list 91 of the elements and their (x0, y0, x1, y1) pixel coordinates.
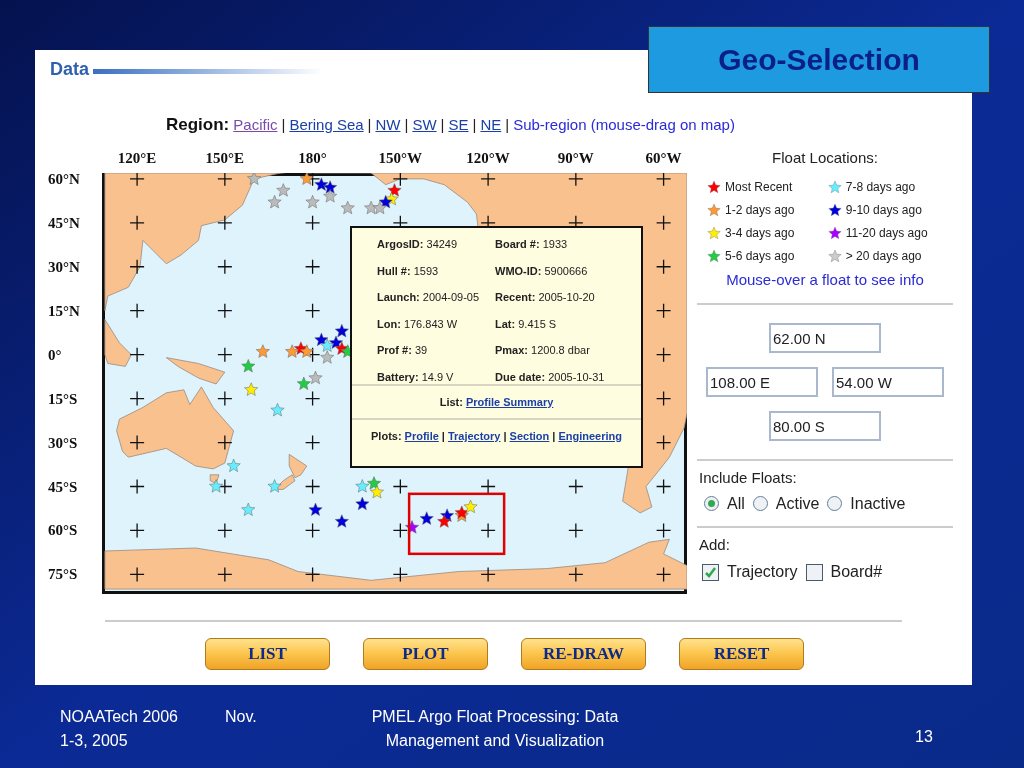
checkbox[interactable] (805, 563, 823, 581)
longitude-label: 90°W (557, 149, 594, 168)
list-label: List: (439, 394, 463, 410)
slide-title: Geo-Selection (648, 26, 990, 93)
longitude-label: 60°W (645, 149, 682, 168)
footer-title: PMEL Argo Float Processing: Data Management and Visualization (370, 707, 620, 751)
legend-label: 11-20 days ago (845, 224, 928, 242)
south-field[interactable]: 80.00 S (769, 411, 881, 441)
page-number: 13 (915, 727, 933, 747)
region-label: Region: (166, 114, 230, 137)
radio-button[interactable] (704, 496, 719, 511)
panel-title: Data (50, 58, 89, 81)
latitude-label: 30°S (48, 433, 78, 453)
plots-link[interactable]: Profile (404, 427, 439, 445)
north-field[interactable]: 62.00 N (769, 323, 881, 353)
float-info-field: Hull #: 1593 (377, 262, 495, 279)
legend-label: > 20 days ago (845, 247, 922, 265)
latitude-label: 60°N (48, 169, 80, 189)
longitude-label: 150°E (205, 149, 245, 168)
region-link[interactable]: SW (412, 113, 437, 137)
longitude-label: 150°W (378, 149, 423, 168)
region-link[interactable]: NE (480, 113, 502, 137)
float-info-field: Lon: 176.843 W (377, 315, 495, 332)
action-button[interactable]: LIST (205, 638, 330, 670)
latitude-label: 15°N (48, 301, 80, 321)
float-info-field: Recent: 2005-10-20 (495, 289, 641, 306)
plots-link[interactable]: Engineering (558, 427, 622, 445)
legend-label: 9-10 days ago (845, 201, 922, 219)
footer-event: NOAATech 2006 (60, 707, 179, 727)
float-info-field: WMO-ID: 5900666 (495, 262, 641, 279)
radio-option[interactable]: All (704, 491, 745, 516)
plots-link[interactable]: Section (509, 427, 550, 445)
latitude-label: 15°S (48, 389, 78, 409)
checkbox[interactable] (702, 563, 719, 581)
separator: | (281, 114, 286, 135)
region-link[interactable]: Pacific (233, 113, 278, 137)
longitude-label: 180° (298, 149, 327, 168)
latitude-label: 45°S (48, 477, 78, 497)
region-link[interactable]: SE (448, 113, 469, 137)
legend-label: 3-4 days ago (725, 224, 795, 242)
legend-label: 7-8 days ago (845, 178, 916, 196)
float-info-field: Due date: 2005-10-31 (495, 368, 641, 385)
plots-label: Plots: (371, 428, 402, 444)
add-label: Add: (698, 534, 731, 555)
separator: | (367, 114, 372, 135)
latitude-label: 75°S (48, 565, 78, 585)
include-label: Include Floats: (698, 468, 798, 488)
footer-event: 1-3, 2005 (60, 731, 129, 751)
float-info-field: Battery: 14.9 V (377, 368, 495, 385)
radio-option[interactable]: Active (752, 491, 820, 516)
plots-link[interactable]: Trajectory (447, 427, 501, 445)
separator: | (441, 428, 445, 444)
east-field[interactable]: 54.00 W (832, 367, 944, 397)
float-info-field: Pmax: 1200.8 dbar (495, 342, 641, 359)
latitude-label: 60°S (48, 521, 78, 541)
radio-button[interactable] (827, 496, 843, 511)
latitude-label: 0° (48, 345, 62, 365)
latitude-label: 45°N (48, 213, 80, 233)
legend-title: Float Locations: (771, 148, 879, 168)
footer-date: Nov. (225, 707, 258, 727)
longitude-label: 120°E (117, 149, 157, 168)
region-hint: Sub-region (mouse-drag on map) (513, 114, 735, 135)
action-button[interactable]: PLOT (363, 638, 488, 670)
legend-hint: Mouse-over a float to see info (725, 269, 925, 290)
separator: | (440, 114, 445, 135)
float-info-field: Board #: 1933 (495, 236, 641, 253)
legend-label: 1-2 days ago (725, 201, 795, 219)
separator: | (404, 114, 409, 135)
selection-rectangle[interactable] (407, 492, 506, 556)
float-info-field: Lat: 9.415 S (495, 315, 641, 332)
west-field[interactable]: 108.00 E (706, 367, 818, 397)
region-link[interactable]: NW (375, 113, 401, 137)
checkbox-option[interactable]: Board# (805, 560, 883, 584)
legend-label: 5-6 days ago (725, 247, 795, 265)
legend-label: Most Recent (725, 178, 793, 196)
float-info-field: ArgosID: 34249 (377, 236, 495, 253)
radio-option[interactable]: Inactive (827, 491, 906, 516)
latitude-label: 30°N (48, 257, 80, 277)
separator: | (472, 114, 477, 135)
float-info-field: Launch: 2004-09-05 (377, 289, 495, 306)
separator: | (505, 114, 510, 135)
region-link[interactable]: Bering Sea (289, 113, 364, 137)
separator: | (503, 428, 507, 444)
list-link[interactable]: Profile Summary (465, 393, 554, 411)
radio-button[interactable] (752, 496, 768, 511)
action-button[interactable]: RE-DRAW (521, 638, 646, 670)
separator: | (552, 428, 556, 444)
longitude-label: 120°W (466, 149, 510, 168)
checkbox-option[interactable]: Trajectory (702, 560, 798, 584)
float-info-field: Prof #: 39 (377, 342, 495, 359)
action-button[interactable]: RESET (679, 638, 804, 670)
